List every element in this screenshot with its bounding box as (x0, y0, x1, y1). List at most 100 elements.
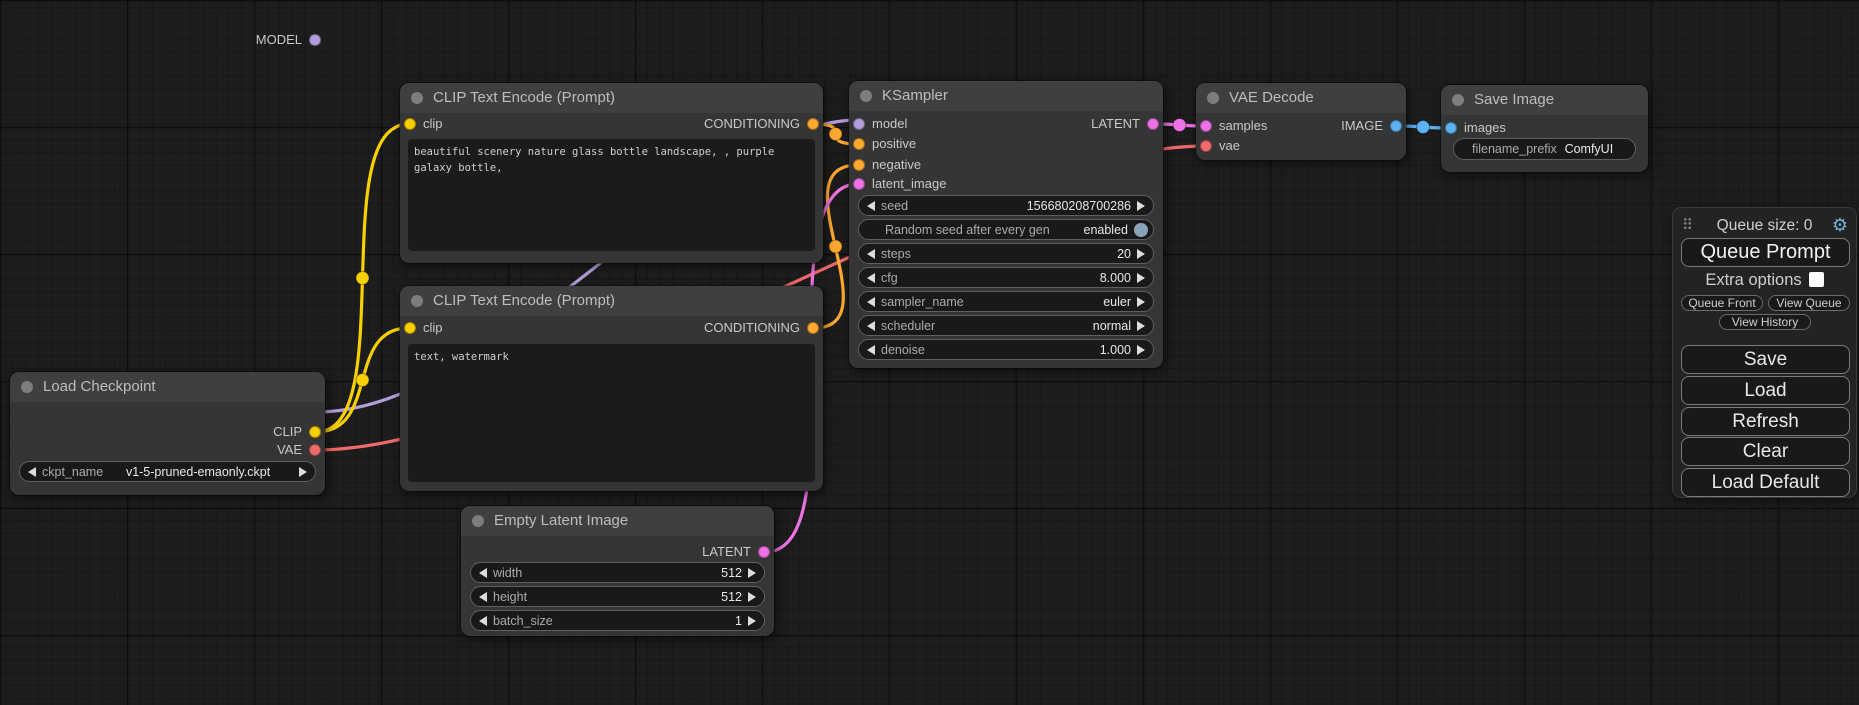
node-title-bar[interactable]: VAE Decode (1196, 83, 1406, 113)
input-port-images[interactable] (1445, 122, 1457, 134)
node-load-checkpoint[interactable]: Load Checkpoint MODEL CLIP VAE ckpt_name… (10, 372, 325, 495)
output-label: LATENT (1091, 116, 1140, 131)
widget-filename-prefix[interactable]: filename_prefix ComfyUI (1453, 138, 1636, 160)
input-label: vae (1219, 138, 1240, 153)
widget-arrow-left-icon[interactable] (867, 201, 875, 211)
output-port-conditioning[interactable] (807, 322, 819, 334)
node-title-bar[interactable]: Empty Latent Image (461, 506, 774, 536)
node-empty-latent-image[interactable]: Empty Latent Image LATENT width 512 heig… (461, 506, 774, 636)
widget-steps[interactable]: steps 20 (858, 243, 1154, 264)
input-port-vae[interactable] (1200, 140, 1212, 152)
widget-height[interactable]: height 512 (470, 586, 765, 607)
input-label: negative (872, 157, 921, 172)
save-button[interactable]: Save (1681, 345, 1850, 374)
node-title-bar[interactable]: KSampler (849, 81, 1163, 111)
widget-ckpt-name[interactable]: ckpt_name v1-5-pruned-emaonly.ckpt (19, 461, 316, 482)
widget-seed[interactable]: seed 156680208700286 (858, 195, 1154, 216)
widget-sampler-name[interactable]: sampler_name euler (858, 291, 1154, 312)
widget-arrow-right-icon[interactable] (1137, 249, 1145, 259)
widget-arrow-left-icon[interactable] (867, 249, 875, 259)
widget-label: scheduler (881, 319, 935, 333)
input-port-latent-image[interactable] (853, 178, 865, 190)
view-queue-button[interactable]: View Queue (1768, 295, 1850, 311)
widget-arrow-left-icon[interactable] (479, 616, 487, 626)
extra-options-checkbox[interactable] (1809, 272, 1824, 287)
node-collapse-dot[interactable] (411, 92, 423, 104)
widget-value: 1.000 (925, 343, 1131, 357)
widget-arrow-right-icon[interactable] (1137, 273, 1145, 283)
output-label: CONDITIONING (704, 320, 800, 335)
queue-front-button[interactable]: Queue Front (1681, 295, 1763, 311)
widget-arrow-right-icon[interactable] (1137, 345, 1145, 355)
widget-arrow-right-icon[interactable] (299, 467, 307, 477)
load-default-button[interactable]: Load Default (1681, 468, 1850, 497)
node-collapse-dot[interactable] (21, 381, 33, 393)
node-clip-text-encode-positive[interactable]: CLIP Text Encode (Prompt) clip CONDITION… (400, 83, 823, 263)
graph-canvas[interactable]: Load Checkpoint MODEL CLIP VAE ckpt_name… (0, 0, 1859, 705)
widget-value: v1-5-pruned-emaonly.ckpt (103, 465, 293, 479)
widget-arrow-right-icon[interactable] (748, 568, 756, 578)
output-port-clip[interactable] (309, 426, 321, 438)
load-button[interactable]: Load (1681, 376, 1850, 405)
node-vae-decode[interactable]: VAE Decode samples vae IMAGE (1196, 83, 1406, 160)
gear-icon[interactable]: ⚙ (1832, 215, 1848, 236)
node-collapse-dot[interactable] (472, 515, 484, 527)
input-label: images (1464, 120, 1506, 135)
widget-arrow-right-icon[interactable] (1137, 321, 1145, 331)
node-collapse-dot[interactable] (411, 295, 423, 307)
widget-arrow-left-icon[interactable] (867, 321, 875, 331)
node-title-bar[interactable]: CLIP Text Encode (Prompt) (400, 286, 823, 316)
widget-arrow-left-icon[interactable] (867, 345, 875, 355)
widget-cfg[interactable]: cfg 8.000 (858, 267, 1154, 288)
widget-denoise[interactable]: denoise 1.000 (858, 339, 1154, 360)
output-port-conditioning[interactable] (807, 118, 819, 130)
widget-random-seed-toggle[interactable]: Random seed after every gen enabled (858, 219, 1154, 240)
widget-value: 8.000 (898, 271, 1131, 285)
widget-batch-size[interactable]: batch_size 1 (470, 610, 765, 631)
refresh-button[interactable]: Refresh (1681, 407, 1850, 436)
widget-scheduler[interactable]: scheduler normal (858, 315, 1154, 336)
output-port-latent[interactable] (758, 546, 770, 558)
node-title: Save Image (1474, 91, 1554, 108)
widget-width[interactable]: width 512 (470, 562, 765, 583)
output-label: CLIP (273, 424, 302, 439)
output-port-model[interactable] (309, 34, 321, 46)
link-midpoint-dot (1173, 119, 1186, 132)
widget-arrow-left-icon[interactable] (867, 297, 875, 307)
toggle-knob-icon[interactable] (1134, 223, 1148, 237)
widget-arrow-left-icon[interactable] (479, 568, 487, 578)
widget-label: sampler_name (881, 295, 964, 309)
widget-arrow-right-icon[interactable] (1137, 201, 1145, 211)
clear-button[interactable]: Clear (1681, 437, 1850, 466)
link-midpoint-dot (829, 128, 842, 141)
widget-arrow-left-icon[interactable] (28, 467, 36, 477)
queue-panel[interactable]: ⠿ Queue size: 0 ⚙ Queue Prompt Extra opt… (1672, 207, 1857, 498)
output-port-vae[interactable] (309, 444, 321, 456)
node-collapse-dot[interactable] (1207, 92, 1219, 104)
widget-label: Random seed after every gen (885, 223, 1050, 237)
node-clip-text-encode-negative[interactable]: CLIP Text Encode (Prompt) clip CONDITION… (400, 286, 823, 491)
node-save-image[interactable]: Save Image images filename_prefix ComfyU… (1441, 85, 1648, 172)
queue-prompt-button[interactable]: Queue Prompt (1681, 238, 1850, 267)
output-port-image[interactable] (1390, 120, 1402, 132)
input-port-negative[interactable] (853, 159, 865, 171)
node-collapse-dot[interactable] (1452, 94, 1464, 106)
prompt-textarea[interactable]: beautiful scenery nature glass bottle la… (408, 139, 815, 251)
node-title-bar[interactable]: Load Checkpoint (10, 372, 325, 402)
widget-label: width (493, 566, 522, 580)
widget-arrow-right-icon[interactable] (1137, 297, 1145, 307)
widget-label: seed (881, 199, 908, 213)
prompt-textarea[interactable]: text, watermark (408, 344, 815, 482)
node-ksampler[interactable]: KSampler model positive negative latent_… (849, 81, 1163, 368)
input-port-positive[interactable] (853, 138, 865, 150)
node-title-bar[interactable]: CLIP Text Encode (Prompt) (400, 83, 823, 113)
widget-arrow-right-icon[interactable] (748, 616, 756, 626)
view-history-button[interactable]: View History (1719, 314, 1811, 330)
widget-arrow-left-icon[interactable] (867, 273, 875, 283)
node-collapse-dot[interactable] (860, 90, 872, 102)
output-port-latent[interactable] (1147, 118, 1159, 130)
widget-arrow-right-icon[interactable] (748, 592, 756, 602)
link-midpoint-dot (356, 272, 369, 285)
node-title-bar[interactable]: Save Image (1441, 85, 1648, 115)
widget-arrow-left-icon[interactable] (479, 592, 487, 602)
